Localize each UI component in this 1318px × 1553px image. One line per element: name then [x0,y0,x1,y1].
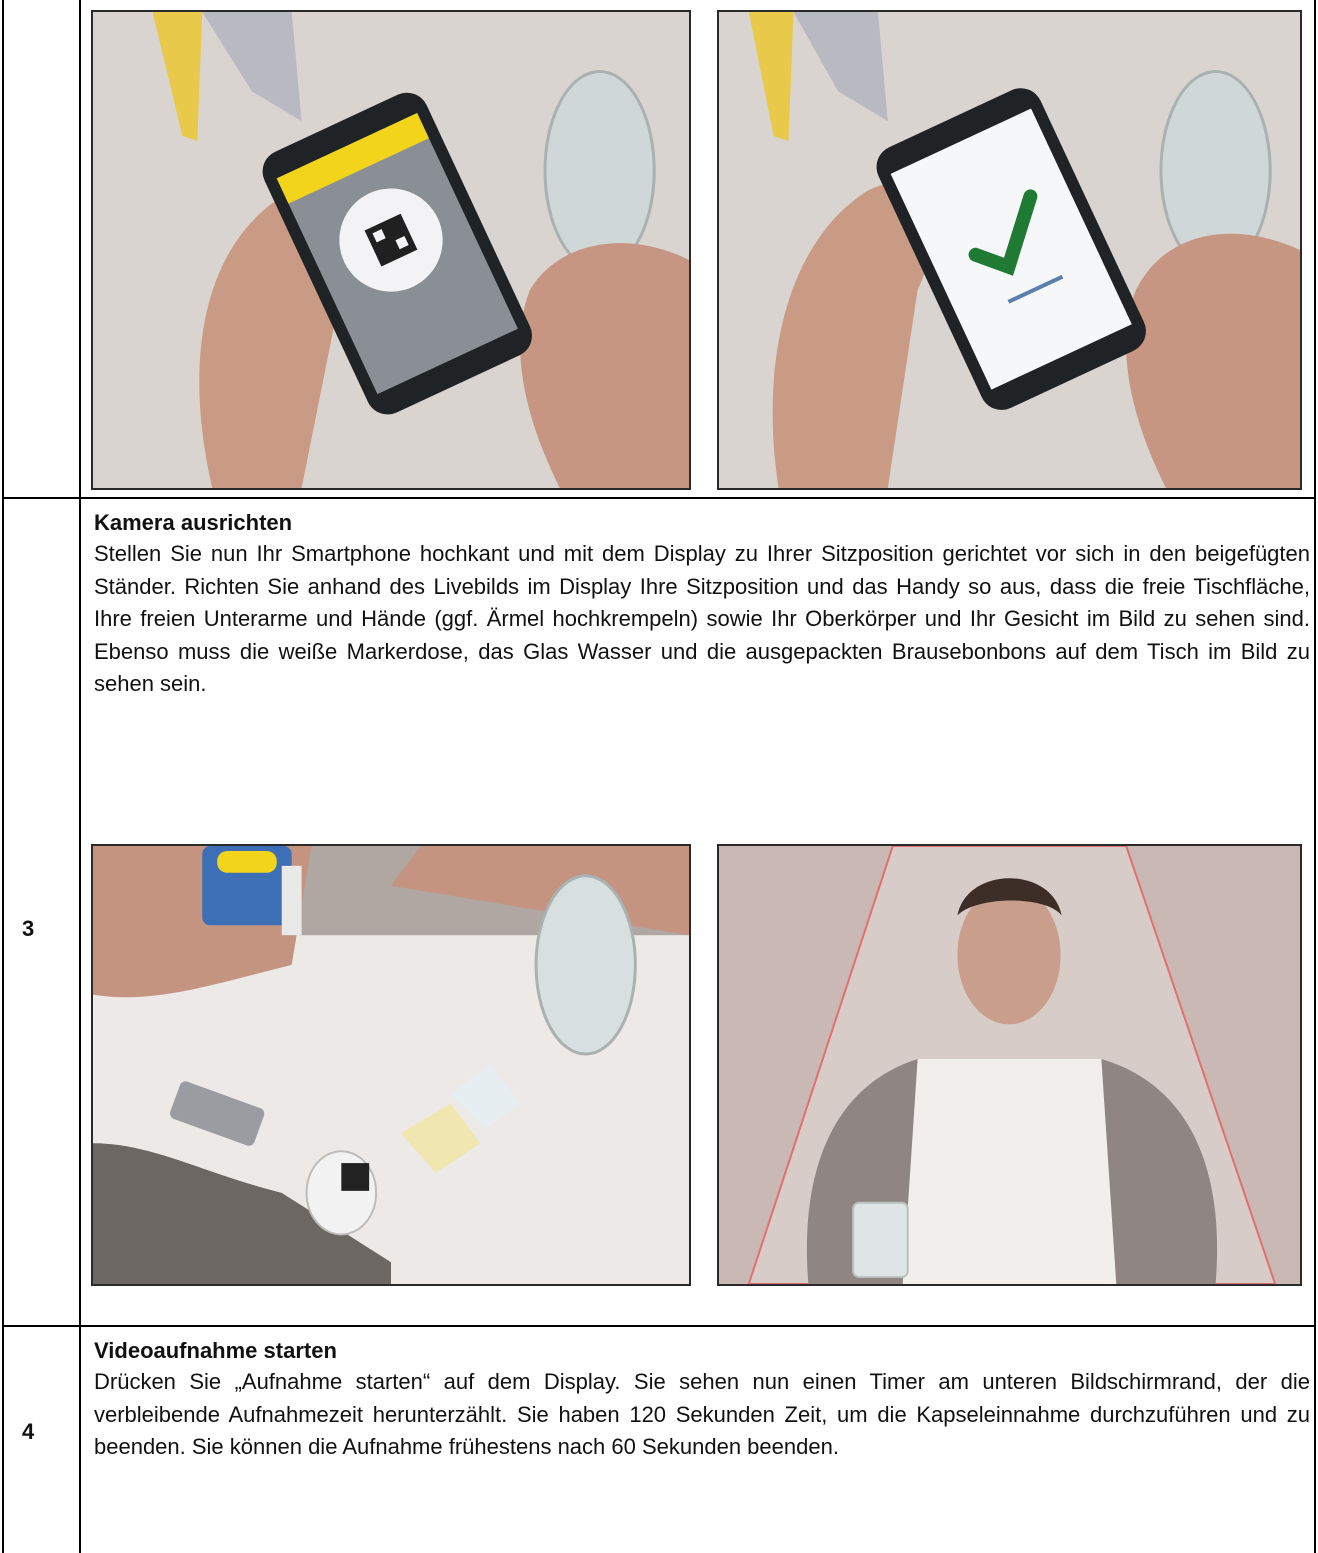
table-right-border [1314,0,1316,1553]
row-divider [2,1325,1316,1327]
step-description: Drücken Sie „Aufnahme starten“ auf dem D… [94,1369,1310,1459]
row-divider [2,497,1316,499]
step-heading: Kamera ausrichten [94,510,293,535]
step-heading: Videoaufnahme starten [94,1338,337,1363]
phone-scanning-qr-code-photo [91,10,691,490]
phone-in-stand-table-photo [91,844,691,1286]
phone-qr-code-valid-checkmark-photo [717,10,1302,490]
person-camera-view-photo [717,844,1302,1286]
table-column-divider [79,0,81,1553]
step-description: Stellen Sie nun Ihr Smartphone hochkant … [94,541,1310,696]
step-number: 4 [22,1419,35,1444]
step-number: 3 [22,916,35,941]
table-left-border [2,0,4,1553]
